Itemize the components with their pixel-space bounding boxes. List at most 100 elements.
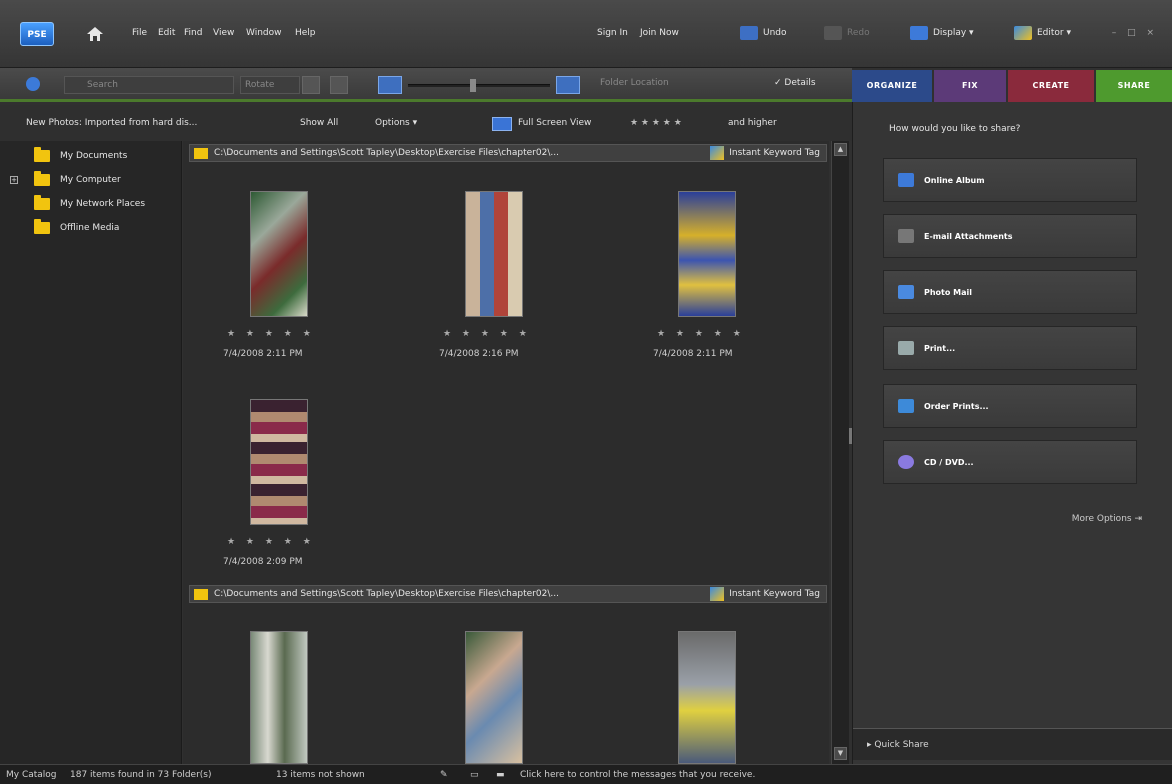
tree-item-my-network-places[interactable]: My Network Places: [34, 195, 145, 213]
rotate-right-icon[interactable]: [330, 76, 348, 94]
message-icon: ▬: [496, 770, 505, 780]
folder-path: C:\Documents and Settings\Scott Tapley\D…: [214, 589, 559, 599]
tab-organize[interactable]: ORGANIZE: [852, 70, 932, 102]
scroll-up-button[interactable]: ▲: [834, 143, 847, 156]
photo-date: 7/4/2008 2:09 PM: [223, 557, 303, 567]
details-toggle[interactable]: ✓ Details: [774, 78, 816, 88]
photo-rating[interactable]: ★ ★ ★ ★ ★: [443, 329, 531, 339]
options-menu[interactable]: Options ▾: [375, 118, 417, 128]
small-thumbnail-icon[interactable]: [378, 76, 402, 94]
photo-rating[interactable]: ★ ★ ★ ★ ★: [227, 537, 315, 547]
keyword-tag-icon: [710, 146, 725, 160]
undo-button[interactable]: Undo: [740, 22, 787, 44]
display-menu[interactable]: Display ▾: [910, 22, 974, 44]
vertical-scrollbar[interactable]: ▲ ▼: [831, 141, 849, 764]
scroll-down-button[interactable]: ▼: [834, 747, 847, 760]
tree-item-offline-media[interactable]: Offline Media: [34, 219, 119, 237]
items-found-count: 187 items found in 73 Folder(s): [70, 770, 212, 780]
folder-location-label[interactable]: Folder Location: [600, 78, 669, 88]
home-icon[interactable]: [86, 26, 104, 42]
join-now-link[interactable]: Join Now: [640, 28, 679, 38]
redo-icon: [824, 26, 842, 40]
tab-share[interactable]: SHARE: [1096, 70, 1172, 102]
display-icon: [910, 26, 928, 40]
photo-thumbnail[interactable]: [678, 631, 736, 764]
email-attachments-button[interactable]: E-mail Attachments: [883, 214, 1137, 258]
editor-label: Editor ▾: [1037, 28, 1072, 38]
undo-label: Undo: [763, 28, 787, 38]
tree-item-label: My Computer: [60, 175, 121, 185]
show-all-button[interactable]: Show All: [300, 118, 338, 128]
full-screen-view-button[interactable]: Full Screen View: [518, 118, 591, 128]
pen-icon[interactable]: ✎: [440, 770, 448, 780]
editor-menu[interactable]: Editor ▾: [1014, 22, 1071, 44]
slider-knob[interactable]: [470, 79, 476, 92]
new-photos-label[interactable]: New Photos: Imported from hard dis...: [26, 118, 197, 128]
photo-thumbnail[interactable]: [250, 631, 308, 764]
order-prints-button[interactable]: Order Prints...: [883, 384, 1137, 428]
sign-in-link[interactable]: Sign In: [597, 28, 628, 38]
menu-bar: PSE File Edit Find View Window Help Sign…: [0, 0, 1172, 68]
menu-window[interactable]: Window: [246, 28, 282, 38]
folder-icon: [34, 195, 50, 210]
instant-tag-label: Instant Keyword Tag: [729, 148, 820, 158]
thumbnail-size-slider[interactable]: [408, 79, 550, 92]
rotate-left-icon[interactable]: [302, 76, 320, 94]
menu-edit[interactable]: Edit: [158, 28, 175, 38]
more-options-link[interactable]: More Options ⇥: [1072, 514, 1142, 524]
email-icon: [898, 229, 914, 243]
menu-view[interactable]: View: [213, 28, 234, 38]
photo-thumbnail[interactable]: [250, 191, 308, 317]
window-controls[interactable]: – □ ×: [1112, 28, 1158, 38]
menu-file[interactable]: File: [132, 28, 147, 38]
quick-share-panel[interactable]: ▸ Quick Share: [853, 728, 1172, 760]
back-arrow-icon[interactable]: [26, 77, 40, 91]
tree-item-my-computer[interactable]: My Computer: [34, 171, 121, 189]
rating-filter-stars[interactable]: ★ ★ ★ ★ ★: [630, 118, 682, 128]
menu-help[interactable]: Help: [295, 28, 316, 38]
disc-icon: [898, 455, 914, 469]
filmstrip-icon[interactable]: ▭: [470, 770, 479, 780]
redo-button[interactable]: Redo: [824, 22, 870, 44]
online-album-button[interactable]: Online Album: [883, 158, 1137, 202]
status-message[interactable]: Click here to control the messages that …: [520, 770, 755, 780]
online-album-icon: [898, 173, 914, 187]
catalog-name[interactable]: My Catalog: [6, 770, 57, 780]
menu-find[interactable]: Find: [184, 28, 202, 38]
cd-dvd-button[interactable]: CD / DVD...: [883, 440, 1137, 484]
tree-item-label: My Network Places: [60, 199, 146, 209]
toolbar: Search Rotate Folder Location ✓ Details: [0, 68, 852, 102]
tab-fix[interactable]: FIX: [934, 70, 1006, 102]
rotate-label[interactable]: Rotate: [240, 76, 300, 94]
expand-toggle[interactable]: +: [10, 176, 18, 184]
tree-item-my-documents[interactable]: My Documents: [34, 147, 127, 165]
photo-thumbnail[interactable]: [465, 191, 523, 317]
instant-keyword-tag-button[interactable]: Instant Keyword Tag: [710, 146, 826, 160]
mode-tabs: ORGANIZE FIX CREATE SHARE: [852, 68, 1172, 102]
photo-rating[interactable]: ★ ★ ★ ★ ★: [657, 329, 745, 339]
photo-thumbnail[interactable]: [465, 631, 523, 764]
tab-create[interactable]: CREATE: [1008, 70, 1094, 102]
display-label: Display ▾: [933, 28, 974, 38]
folder-icon: [34, 219, 50, 234]
instant-tag-label: Instant Keyword Tag: [729, 589, 820, 599]
order-prints-label: Order Prints...: [924, 401, 989, 411]
undo-icon: [740, 26, 758, 40]
tree-item-label: Offline Media: [60, 223, 120, 233]
folder-path: C:\Documents and Settings\Scott Tapley\D…: [214, 148, 559, 158]
folder-icon: [34, 171, 50, 186]
photo-mail-icon: [898, 285, 914, 299]
folder-tree: My Documents My Computer My Network Plac…: [0, 141, 182, 764]
photo-thumbnail[interactable]: [678, 191, 736, 317]
photo-thumbnail[interactable]: [250, 399, 308, 525]
photo-mail-button[interactable]: Photo Mail: [883, 270, 1137, 314]
photo-rating[interactable]: ★ ★ ★ ★ ★: [227, 329, 315, 339]
folder-path-bar[interactable]: C:\Documents and Settings\Scott Tapley\D…: [189, 144, 827, 162]
items-not-shown: 13 items not shown: [276, 770, 365, 780]
search-field[interactable]: Search: [64, 76, 234, 94]
folder-path-bar[interactable]: C:\Documents and Settings\Scott Tapley\D…: [189, 585, 827, 603]
print-button[interactable]: Print...: [883, 326, 1137, 370]
full-screen-icon[interactable]: [492, 117, 512, 131]
large-thumbnail-icon[interactable]: [556, 76, 580, 94]
instant-keyword-tag-button[interactable]: Instant Keyword Tag: [710, 587, 826, 601]
